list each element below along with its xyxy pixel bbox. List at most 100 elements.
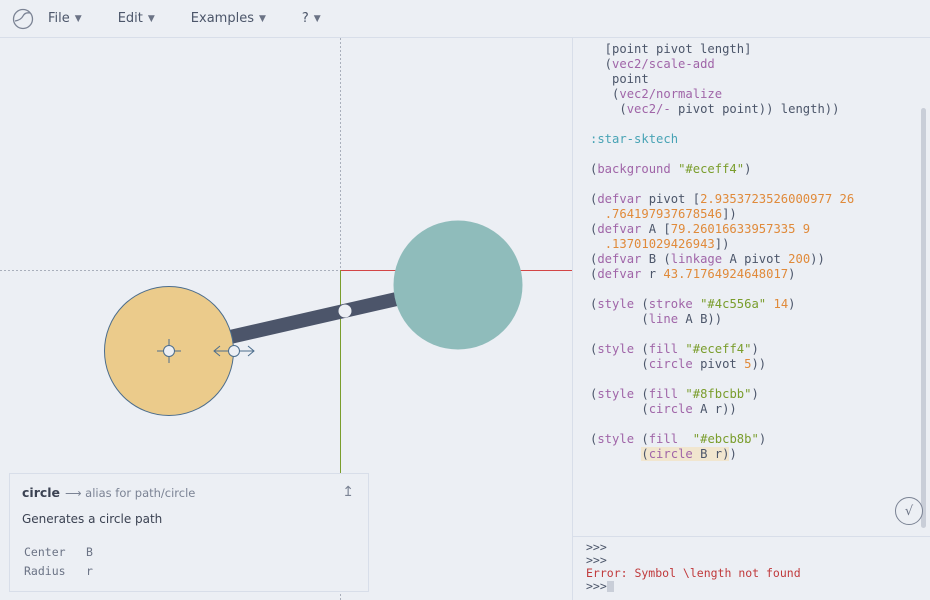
- code-token: circle: [648, 402, 693, 416]
- code-line[interactable]: :star-sktech: [590, 132, 854, 147]
- menu-edit-label: Edit: [117, 11, 143, 26]
- code-token: (: [590, 57, 613, 71]
- code-line[interactable]: [590, 417, 854, 432]
- circle-a[interactable]: [393, 220, 523, 350]
- code-line[interactable]: (defvar A [79.26016633957335 9: [590, 222, 854, 237]
- code-token: style: [597, 297, 635, 311]
- code-line[interactable]: [point pivot length]: [590, 42, 854, 57]
- code-token: circle: [648, 447, 693, 461]
- code-line[interactable]: (defvar pivot [2.9353723526000977 26: [590, 192, 854, 207]
- param-row: Radius r: [24, 561, 93, 580]
- code-editor[interactable]: [point pivot length] (vec2/scale-add poi…: [572, 38, 930, 536]
- code-line[interactable]: point: [590, 72, 854, 87]
- code-token: circle: [648, 357, 693, 371]
- info-alias: ⟶ alias for path/circle: [65, 486, 196, 500]
- code-token: fill: [648, 387, 679, 401]
- code-line[interactable]: [590, 282, 854, 297]
- code-token: (: [590, 102, 627, 116]
- code-token: vec2/scale-add: [612, 57, 715, 71]
- caret-down-icon: ▼: [258, 13, 266, 24]
- code-token: style: [597, 432, 635, 446]
- code-token: point: [590, 72, 649, 86]
- code-token: "#4c556a": [700, 297, 767, 311]
- code-token: A r)): [692, 402, 737, 416]
- menu-examples-label: Examples: [190, 11, 254, 26]
- code-token: background: [597, 162, 671, 176]
- console-line: Error: Symbol \length not found: [586, 567, 801, 580]
- info-params: Center B Radius r: [24, 542, 93, 580]
- menu-bar: File ▼ Edit ▼ Examples ▼ ? ▼: [0, 0, 930, 38]
- code-token: (: [590, 87, 620, 101]
- code-line[interactable]: (circle A r)): [590, 402, 854, 417]
- evaluate-button[interactable]: √: [895, 497, 923, 525]
- code-token: vec2/-: [626, 102, 671, 116]
- menu-file-label: File: [48, 11, 70, 26]
- console-prompt: >>>: [586, 540, 607, 554]
- code-token: ): [744, 162, 752, 176]
- code-line[interactable]: (vec2/- pivot point)) length)): [590, 102, 854, 117]
- param-name: Radius: [24, 563, 66, 578]
- code-token: ): [751, 342, 759, 356]
- code-token: ): [758, 432, 767, 446]
- code-line[interactable]: (style (fill "#8fbcbb"): [590, 387, 854, 402]
- menu-help-label: ?: [301, 11, 309, 26]
- menu-help[interactable]: ? ▼: [302, 11, 321, 26]
- code-token: (: [590, 357, 649, 371]
- code-token: defvar: [597, 192, 642, 206]
- console-line: >>>: [586, 580, 801, 593]
- param-value: r: [86, 563, 93, 578]
- code-line[interactable]: (line A B)): [590, 312, 854, 327]
- code-text[interactable]: [point pivot length] (vec2/scale-add poi…: [590, 42, 854, 462]
- pivot-point[interactable]: [338, 304, 352, 318]
- code-token: (: [590, 312, 649, 326]
- code-token: 200: [788, 252, 811, 266]
- code-line[interactable]: (vec2/normalize: [590, 87, 854, 102]
- editor-scrollbar[interactable]: [921, 108, 926, 528]
- menu-file[interactable]: File ▼: [48, 11, 82, 26]
- code-line[interactable]: (vec2/scale-add: [590, 57, 854, 72]
- code-token: ): [751, 387, 759, 401]
- code-token: "#eceff4": [678, 162, 745, 176]
- caret-down-icon: ▼: [74, 13, 82, 24]
- code-token: linkage: [670, 252, 723, 266]
- code-line[interactable]: (background "#eceff4"): [590, 162, 854, 177]
- code-token: line: [648, 312, 679, 326]
- menu-examples[interactable]: Examples ▼: [191, 11, 266, 26]
- code-line[interactable]: (defvar B (linkage A pivot 200)): [590, 252, 854, 267]
- code-token: ): [788, 297, 796, 311]
- code-token: style: [597, 387, 635, 401]
- menu-edit[interactable]: Edit ▼: [118, 11, 155, 26]
- code-line[interactable]: (circle B r)): [590, 447, 854, 462]
- code-line[interactable]: (circle pivot 5)): [590, 357, 854, 372]
- code-token: 2.9353723526000977 26: [700, 192, 855, 206]
- code-line[interactable]: .13701029426943]): [590, 237, 854, 252]
- code-token: defvar: [597, 222, 642, 236]
- code-line[interactable]: [590, 147, 854, 162]
- code-token: A [: [641, 222, 671, 236]
- code-line[interactable]: [590, 327, 854, 342]
- code-line[interactable]: [590, 372, 854, 387]
- code-line[interactable]: [590, 117, 854, 132]
- repl-console[interactable]: >>> >>> Error: Symbol \length not found >>>: [572, 536, 930, 600]
- code-line[interactable]: .764197937678546]): [590, 207, 854, 222]
- code-token: ): [729, 447, 737, 461]
- code-line[interactable]: (defvar r 43.71764924648017): [590, 267, 854, 282]
- console-input-cursor[interactable]: [606, 581, 614, 592]
- code-line[interactable]: (style (stroke "#4c556a" 14): [590, 297, 854, 312]
- pin-icon[interactable]: ↥: [342, 484, 354, 500]
- param-name: Center: [24, 544, 66, 559]
- code-token: vec2/normalize: [619, 87, 723, 101]
- code-token: )): [810, 252, 825, 266]
- info-function-name: circle: [22, 485, 61, 500]
- app-logo-icon[interactable]: [12, 8, 34, 30]
- code-token: (: [634, 342, 649, 356]
- code-line[interactable]: (style (fill "#eceff4"): [590, 342, 854, 357]
- code-token: B (: [641, 252, 671, 266]
- code-line[interactable]: (style (fill "#ebcb8b"): [590, 432, 854, 447]
- console-output: >>> >>> Error: Symbol \length not found >>>: [586, 541, 801, 593]
- param-row: Center B: [24, 542, 93, 561]
- code-token: (: [590, 402, 649, 416]
- code-line[interactable]: [590, 177, 854, 192]
